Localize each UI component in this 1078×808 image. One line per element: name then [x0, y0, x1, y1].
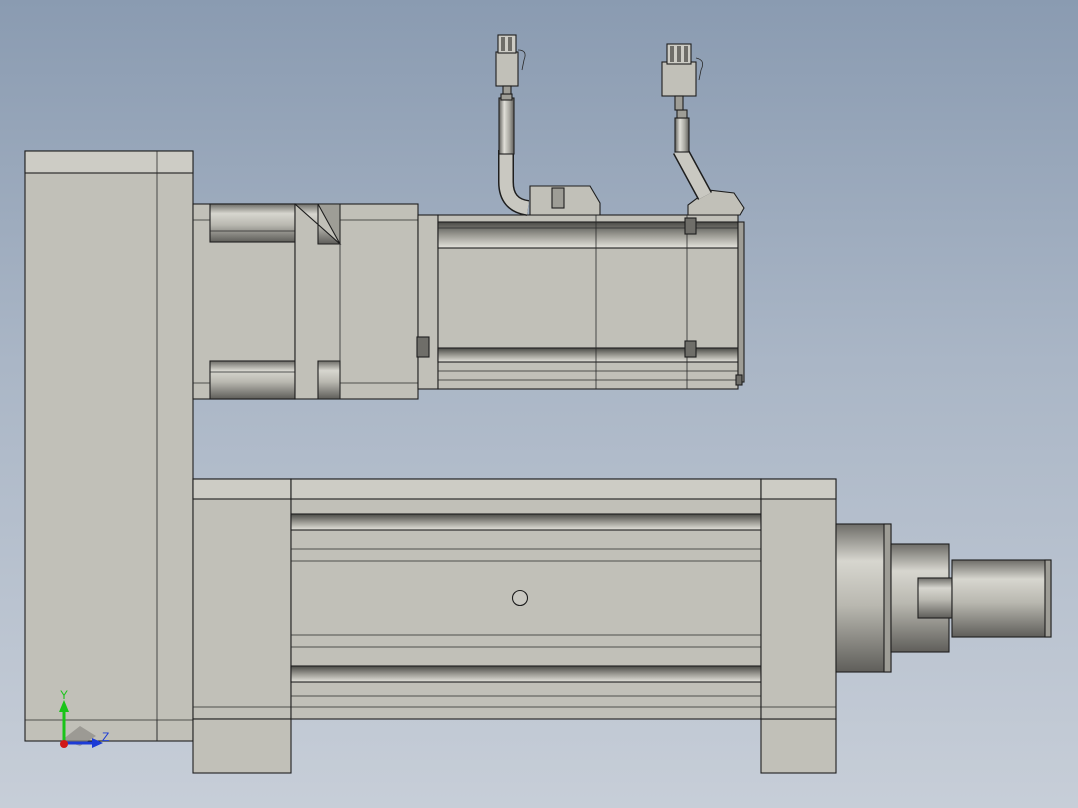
encoder-connector	[661, 43, 704, 111]
encoder-cable	[672, 109, 713, 200]
upper-servo-motor	[192, 185, 745, 400]
actuator-rod-end	[835, 523, 1052, 673]
z-axis-label: Z	[102, 730, 109, 744]
linear-actuator-body	[192, 478, 837, 774]
power-connector	[495, 34, 526, 95]
x-axis-dot	[60, 740, 68, 748]
cad-graphics-viewport[interactable]: Y Z	[0, 0, 1078, 808]
power-cable	[498, 93, 530, 216]
base-plate	[24, 150, 194, 742]
y-axis-label: Y	[60, 688, 68, 702]
model-drawing[interactable]: Y Z	[0, 0, 1078, 808]
